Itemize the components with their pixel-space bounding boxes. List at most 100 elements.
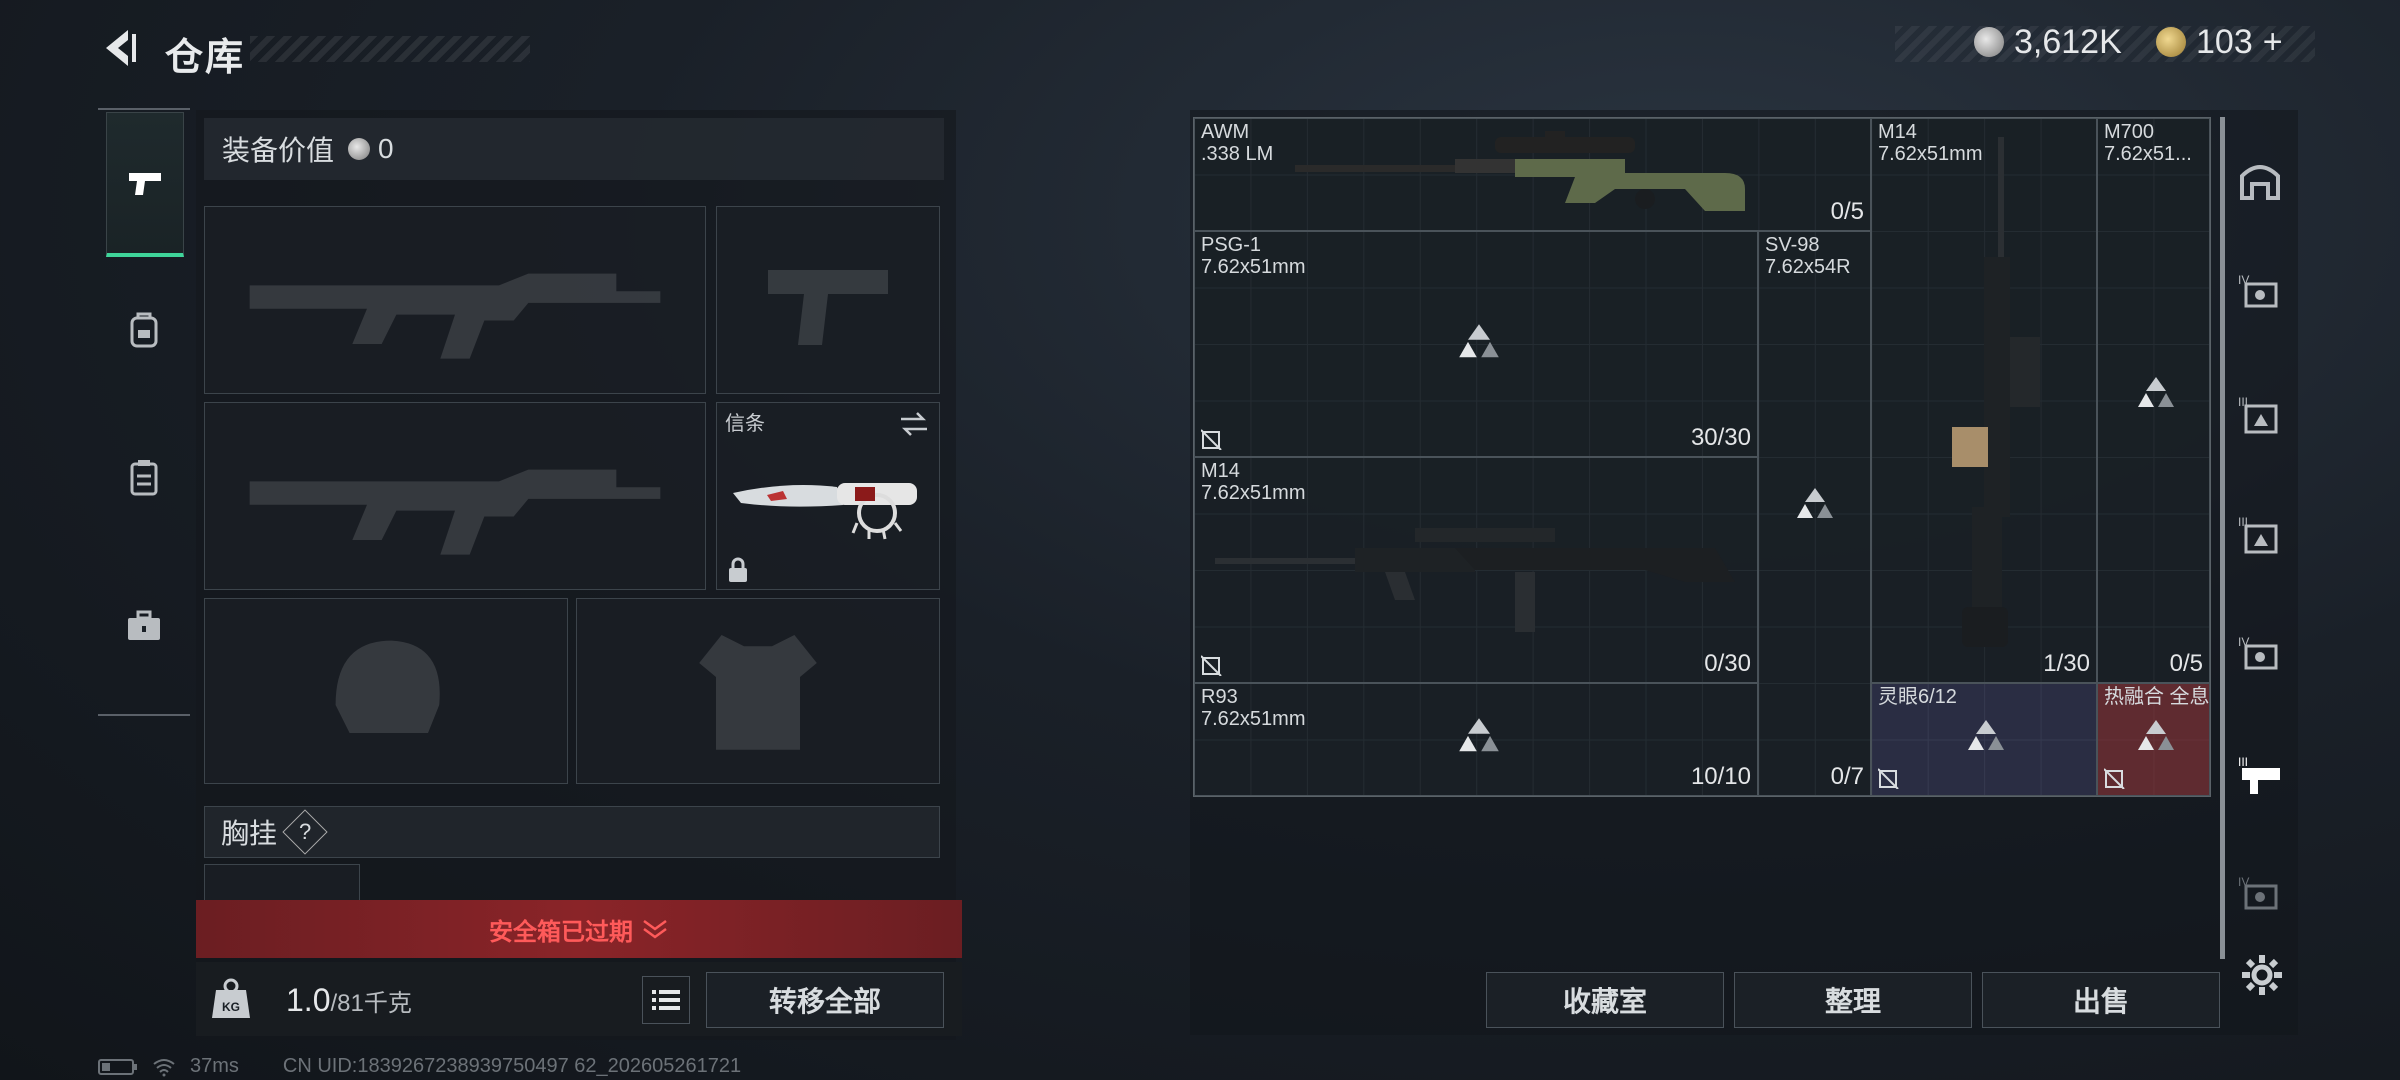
equipment-value: 装备价值 0 <box>204 118 944 180</box>
silver-amount: 3,612K <box>2014 22 2122 61</box>
item-name: M14 7.62x51mm <box>1201 460 1306 504</box>
sell-button[interactable]: 出售 <box>1982 972 2220 1028</box>
rifle-icon <box>1952 137 2040 647</box>
grid-item-m700[interactable]: M700 7.62x51... 0/5 <box>2097 118 2210 683</box>
storage-home-icon[interactable] <box>2236 156 2284 204</box>
item-name: PSG-1 7.62x51mm <box>1201 234 1306 278</box>
gold-plus[interactable]: + <box>2263 23 2283 62</box>
rarity-triangle-icon <box>2138 377 2174 407</box>
rifle-silhouette-icon <box>205 207 705 393</box>
item-count: 0/5 <box>2169 650 2203 677</box>
back-button[interactable] <box>98 26 142 70</box>
no-trade-icon <box>1201 429 1222 450</box>
grid-item-m14-vertical[interactable]: M14 7.62x51mm 1/30 <box>1871 118 2097 683</box>
settings-gear-icon[interactable] <box>2240 953 2284 997</box>
svg-text:III: III <box>2238 755 2248 769</box>
storage-weapons-icon[interactable]: III <box>2236 752 2284 800</box>
briefcase-icon <box>128 610 160 640</box>
helmet-silhouette-icon <box>205 599 567 783</box>
grid-item-awm[interactable]: AWM .338 LM 0/5 <box>1194 118 1871 231</box>
carry-weight: 1.0/81千克 <box>286 982 412 1019</box>
weight-max: /81千克 <box>330 990 412 1017</box>
safebox-status-text: 安全箱已过期 <box>489 918 633 946</box>
ping-value: 37ms <box>190 1055 239 1077</box>
grid-item-scope[interactable]: 灵眼6/12 <box>1871 683 2097 796</box>
helmet-slot[interactable] <box>204 598 568 784</box>
storage-tier4b-icon[interactable]: IV <box>2236 632 2284 680</box>
nav-backpack[interactable] <box>106 260 182 400</box>
item-count: 30/30 <box>1690 424 1751 451</box>
loadout-category-nav <box>98 108 190 716</box>
rarity-triangle-icon <box>1459 718 1499 752</box>
nav-chest-rig[interactable] <box>106 408 182 548</box>
weight-icon-text: KG <box>222 1000 240 1014</box>
help-icon[interactable]: ? <box>282 809 328 855</box>
rifle-icon <box>1215 528 1735 632</box>
weight-current: 1.0 <box>286 982 331 1018</box>
list-icon <box>652 990 680 1010</box>
battery-icon <box>98 1058 137 1075</box>
rifle-silhouette-icon <box>205 403 705 589</box>
secondary-weapon-slot[interactable] <box>204 402 706 590</box>
back-arrow-icon <box>106 30 136 66</box>
collection-room-button[interactable]: 收藏室 <box>1486 972 1724 1028</box>
user-uid: CN UID:1839267238939750497 62_2026052617… <box>282 1055 742 1077</box>
armor-slot[interactable] <box>576 598 940 784</box>
item-count: 0/5 <box>1830 198 1864 225</box>
item-name: 灵眼6/12 <box>1878 686 1957 708</box>
item-name: AWM .338 LM <box>1201 121 1274 165</box>
silver-coin-icon <box>1974 27 2004 57</box>
gold-amount: 103 <box>2196 22 2253 61</box>
list-view-button[interactable] <box>642 976 690 1024</box>
item-name: 热融合 全息 <box>2104 686 2210 708</box>
grid-item-m14-horizontal[interactable]: M14 7.62x51mm 0/30 <box>1194 457 1758 683</box>
silver-currency: 3,612K <box>1974 22 2122 62</box>
storage-tier4-icon[interactable]: IV <box>2236 270 2284 318</box>
gold-coin-icon <box>2156 27 2186 57</box>
item-count: 1/30 <box>2043 650 2090 677</box>
chest-rig-label: 胸挂 <box>221 818 278 849</box>
item-name: SV-98 7.62x54R <box>1765 234 1851 278</box>
item-count: 10/10 <box>1690 763 1751 790</box>
swap-icon[interactable] <box>899 411 929 437</box>
storage-scrollbar[interactable] <box>2220 117 2225 959</box>
item-count: 0/7 <box>1830 763 1864 790</box>
token-slot[interactable]: 信条 <box>716 402 940 590</box>
item-name: R93 7.62x51mm <box>1201 686 1306 730</box>
sniper-rifle-icon <box>1295 131 1745 211</box>
rarity-triangle-icon <box>1968 720 2004 750</box>
no-trade-icon <box>1878 768 1899 789</box>
status-bar: 37ms CN UID:1839267238939750497 62_20260… <box>98 1055 741 1078</box>
pistol-icon <box>129 173 161 195</box>
sidearm-slot[interactable] <box>716 206 940 394</box>
grid-item-r93[interactable]: R93 7.62x51mm 10/10 <box>1194 683 1758 796</box>
vest-silhouette-icon <box>577 599 939 783</box>
storage-tier4c-icon[interactable]: IV <box>2236 872 2284 920</box>
grid-item-thermal-sight[interactable]: 热融合 全息 <box>2097 683 2210 796</box>
pistol-silhouette-icon <box>717 207 939 393</box>
silver-coin-icon <box>348 138 371 160</box>
storage-tier3b-icon[interactable]: III <box>2236 512 2284 560</box>
grid-item-sv98[interactable]: SV-98 7.62x54R 0/7 <box>1758 231 1871 796</box>
gold-currency[interactable]: 103 + <box>2156 22 2283 62</box>
weight-icon: KG <box>212 978 250 1018</box>
storage-tier3-icon[interactable]: III <box>2236 392 2284 440</box>
rarity-triangle-icon <box>1459 324 1499 358</box>
safebox-expired-banner[interactable]: 安全箱已过期 <box>196 900 962 958</box>
nav-weapons[interactable] <box>106 112 184 257</box>
equip-value-amount: 0 <box>378 133 394 164</box>
organize-button[interactable]: 整理 <box>1734 972 1972 1028</box>
token-slot-label: 信条 <box>725 413 765 435</box>
no-trade-icon <box>2104 768 2125 789</box>
storage-grid: AWM .338 LM 0/5 M14 7.62x51mm 1/30 M700 … <box>1193 117 2211 797</box>
no-trade-icon <box>1201 655 1222 676</box>
page-title: 仓库 <box>165 37 246 79</box>
knife-icon <box>733 483 917 540</box>
primary-weapon-slot[interactable] <box>204 206 706 394</box>
equip-value-label: 装备价值 <box>222 135 335 166</box>
nav-briefcase[interactable] <box>106 556 182 696</box>
chest-rig-header[interactable]: 胸挂 ? <box>204 806 940 858</box>
rarity-triangle-icon <box>2138 720 2174 750</box>
grid-item-psg1[interactable]: PSG-1 7.62x51mm 30/30 <box>1194 231 1758 457</box>
transfer-all-button[interactable]: 转移全部 <box>706 972 944 1028</box>
